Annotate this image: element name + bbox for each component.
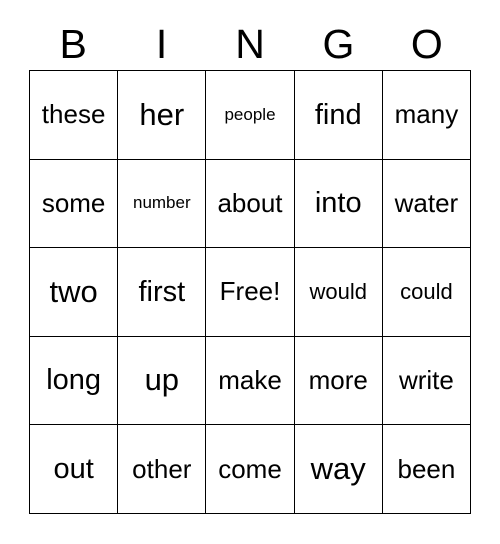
header-letter-g: G [322,21,355,67]
bingo-cell-n1[interactable]: people [206,71,295,160]
bingo-cell-label: two [49,273,98,309]
bingo-cell-b4[interactable]: long [30,336,119,426]
bingo-cell-o3[interactable]: could [382,248,472,337]
bingo-cell-label: could [400,279,453,305]
bingo-cell-label: other [132,453,192,484]
bingo-row: long up make more write [30,336,472,426]
bingo-cell-label: write [398,364,454,395]
bingo-cell-label: many [394,99,459,130]
bingo-cell-label: way [310,450,366,486]
bingo-cell-b1[interactable]: these [30,71,119,160]
bingo-cell-g4[interactable]: more [294,336,383,426]
bingo-cell-g5[interactable]: way [294,425,383,514]
bingo-cell-label: her [139,96,185,132]
bingo-cell-label: come [218,453,282,484]
bingo-cell-label: people [224,104,276,124]
header-letter-b: B [59,21,87,67]
bingo-cell-b5[interactable]: out [30,425,119,514]
bingo-cell-g3[interactable]: would [294,248,383,337]
bingo-cell-label: number [132,193,191,213]
bingo-cell-n2[interactable]: about [206,159,295,249]
bingo-cell-n5[interactable]: come [206,425,295,514]
bingo-card: B I N G O these her people find many som… [0,0,500,544]
bingo-cell-n4[interactable]: make [206,336,295,426]
bingo-cell-b3[interactable]: two [30,248,119,337]
bingo-free-label: Free! [219,276,281,307]
bingo-cell-g2[interactable]: into [294,159,383,249]
bingo-cell-i1[interactable]: her [118,71,207,160]
bingo-row: some number about into water [30,159,472,249]
bingo-cell-label: been [397,453,456,484]
bingo-cell-label: these [41,99,106,130]
bingo-row: out other come way been [30,425,472,514]
header-letter-n: N [235,21,265,67]
bingo-cell-free[interactable]: Free! [206,248,295,337]
bingo-cell-i4[interactable]: up [118,336,207,426]
bingo-cell-label: about [217,187,283,218]
bingo-cell-o2[interactable]: water [382,159,472,249]
bingo-cell-o1[interactable]: many [382,71,472,160]
bingo-cell-label: out [53,452,94,485]
header-letter-o: O [410,21,443,67]
bingo-header: B I N G O [29,19,471,70]
bingo-cell-o5[interactable]: been [382,425,472,514]
bingo-row: two first Free! would could [30,248,472,337]
bingo-cell-label: find [314,98,362,131]
bingo-cell-label: first [138,275,186,308]
bingo-cell-g1[interactable]: find [294,71,383,160]
bingo-cell-o4[interactable]: write [382,336,472,426]
bingo-cell-i2[interactable]: number [118,159,207,249]
bingo-cell-label: long [46,364,102,397]
bingo-cell-label: some [41,187,106,218]
bingo-cell-label: make [218,364,282,395]
bingo-cell-b2[interactable]: some [30,159,119,249]
bingo-cell-label: up [144,362,180,398]
bingo-cell-i3[interactable]: first [118,248,207,337]
bingo-cell-label: into [314,187,362,220]
bingo-cell-label: would [309,279,367,305]
bingo-cell-label: water [394,187,459,218]
bingo-cell-label: more [308,364,368,395]
bingo-cell-i5[interactable]: other [118,425,207,514]
header-letter-i: I [155,21,168,67]
bingo-row: these her people find many [30,71,472,160]
bingo-grid: these her people find many some number a… [29,70,472,514]
